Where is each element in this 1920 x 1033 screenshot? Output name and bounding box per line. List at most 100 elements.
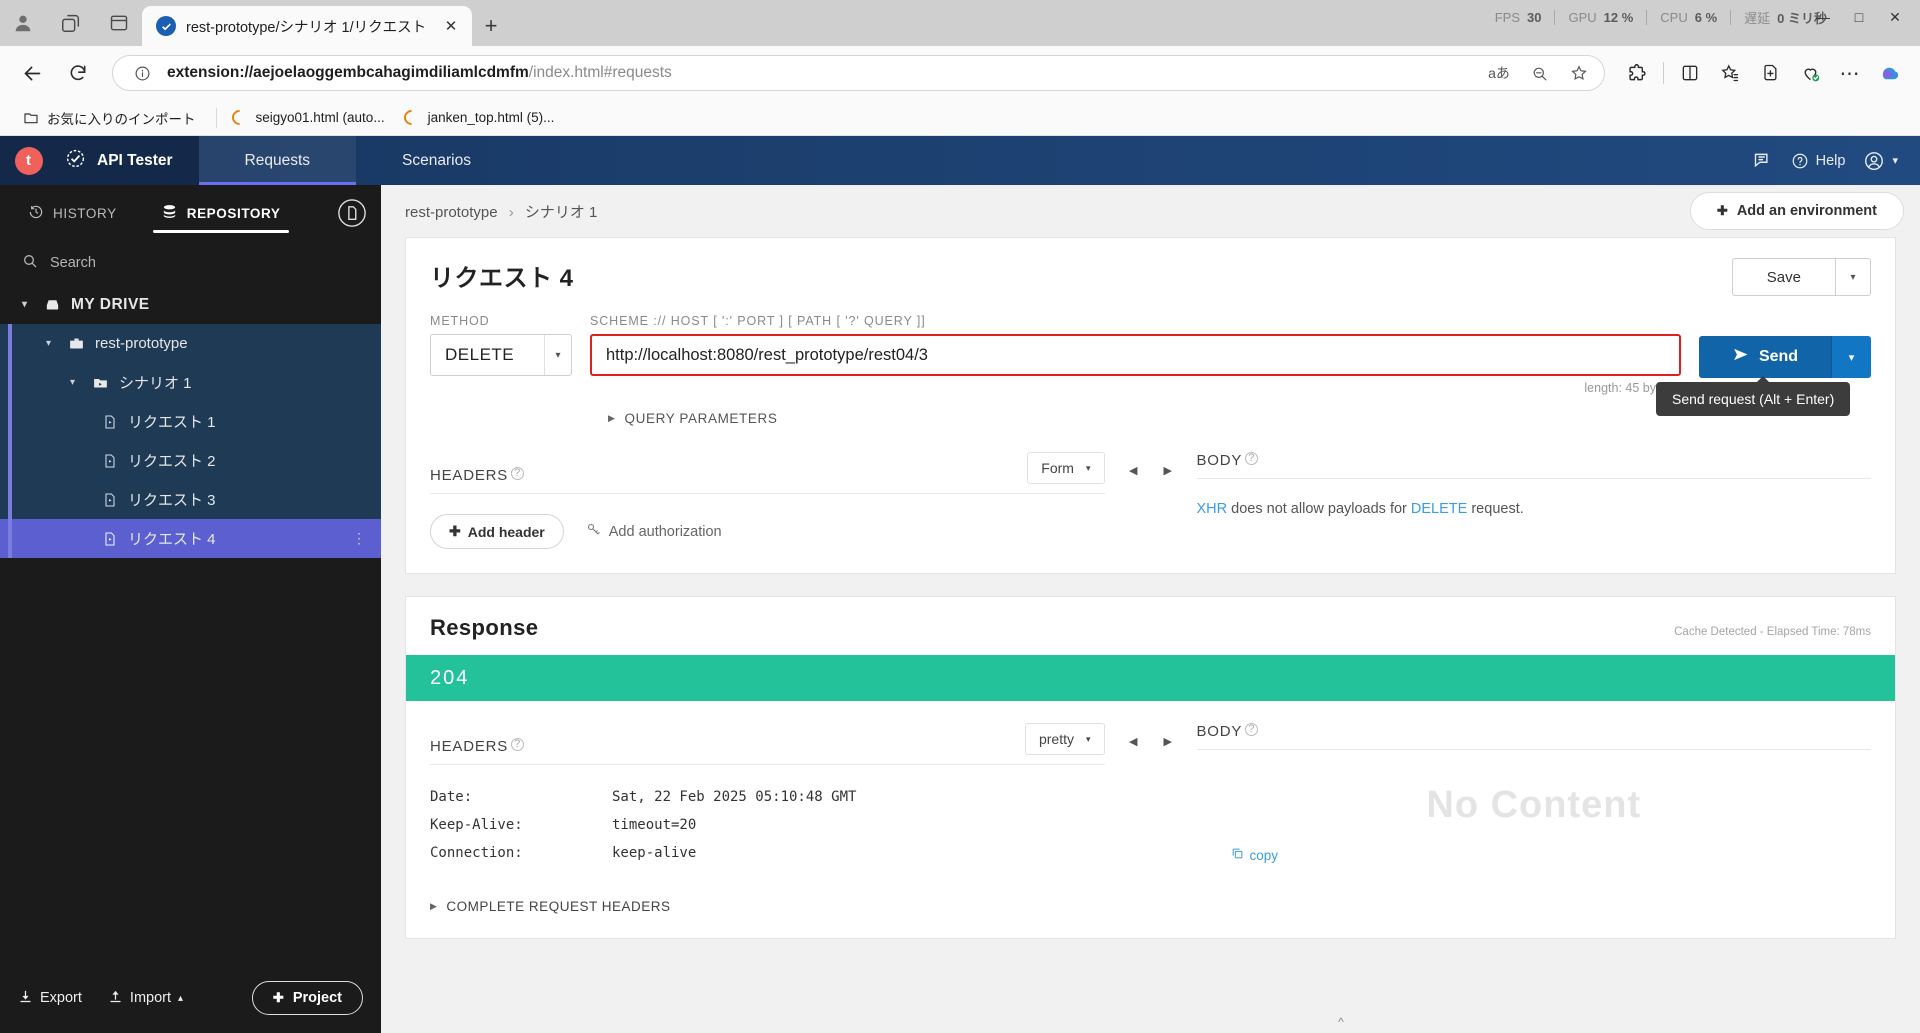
bookmark-item-seigyo[interactable]: seigyo01.html (auto... [225,105,397,131]
chevron-down-icon[interactable]: ▾ [70,377,82,388]
extensions-icon[interactable] [1619,55,1655,91]
search-input[interactable]: Search [0,241,381,285]
help-circle-icon[interactable]: ? [511,738,525,751]
sidebar-tab-history-label: HISTORY [53,205,117,221]
headers-format-select[interactable]: Form ▾ [1027,452,1105,484]
help-label: Help [1815,152,1846,169]
tab-groups-icon[interactable] [54,6,88,40]
window-maximize-button[interactable]: □ [1842,4,1876,30]
browser-tab[interactable]: rest-prototype/シナリオ 1/リクエスト ✕ [142,6,472,46]
add-header-label: Add header [467,523,545,540]
query-parameters-label: QUERY PARAMETERS [624,411,778,426]
collapse-right-icon[interactable]: ▶ [1164,464,1172,477]
toolbar-divider [1663,62,1664,84]
zoom-out-icon[interactable] [1524,59,1554,87]
add-header-button[interactable]: ✚ Add header [430,514,564,549]
breadcrumb-root[interactable]: rest-prototype [405,204,498,221]
collapse-left-icon[interactable]: ◀ [1129,464,1137,477]
window-close-button[interactable]: ✕ [1878,4,1912,30]
body-note-mid: does not allow payloads for [1227,501,1411,517]
main-content: rest-prototype › シナリオ 1 ✚ Add an environ… [381,185,1920,1033]
send-dropdown-caret-icon[interactable]: ▾ [1831,336,1871,378]
tree-item-request-3[interactable]: リクエスト 3 [0,480,381,519]
sidebar: HISTORY REPOSITORY Search ▾ MY DRIVE ▾ r… [0,185,381,1033]
collapse-left-icon[interactable]: ◀ [1129,735,1137,748]
back-button[interactable] [12,53,52,93]
save-button[interactable]: Save [1731,258,1835,296]
tree-item-request-2[interactable]: リクエスト 2 [0,441,381,480]
split-pane-icon[interactable] [102,6,136,40]
profile-avatar-icon[interactable] [6,6,40,40]
chevron-down-icon[interactable]: ▾ [22,299,34,310]
request-icon [100,412,119,431]
tree-item-request-4[interactable]: リクエスト 4 ⋮ [0,519,381,558]
help-circle-icon[interactable]: ? [511,467,525,480]
add-project-button[interactable]: ✚ Project [251,981,363,1015]
import-button[interactable]: Import ▴ [108,989,183,1008]
window-minimize-button[interactable]: — [1806,4,1840,30]
app-header: t API Tester Requests Scenarios Help ▾ [0,136,1920,185]
collections-icon[interactable] [1712,55,1748,91]
feedback-icon[interactable] [1752,150,1773,171]
copy-button[interactable]: copy [1197,847,1872,863]
sidebar-tab-history[interactable]: HISTORY [6,185,139,241]
document-icon[interactable] [329,185,375,241]
copilot-icon[interactable] [1872,55,1908,91]
method-select[interactable]: DELETE ▾ [430,334,572,376]
app-logo[interactable]: t [14,146,43,175]
star-icon[interactable] [1564,59,1594,87]
sidebar-tab-repository[interactable]: REPOSITORY [139,185,303,241]
tree-item-my-drive[interactable]: ▾ MY DRIVE [0,285,381,324]
tree-item-request-1[interactable]: リクエスト 1 [0,402,381,441]
collapse-right-icon[interactable]: ▶ [1164,735,1172,748]
export-button[interactable]: Export [18,989,82,1008]
account-chevron-down-icon[interactable]: ▾ [1892,154,1898,167]
breadcrumb-current[interactable]: シナリオ 1 [525,204,598,221]
split-screen-icon[interactable] [1672,55,1708,91]
add-authorization-label: Add authorization [608,523,722,540]
bottom-collapse-handle[interactable]: ^ [762,1011,1920,1033]
bookmark-item-janken[interactable]: janken_top.html (5)... [397,105,567,131]
help-circle-icon[interactable]: ? [1245,452,1259,465]
tab-scenarios[interactable]: Scenarios [356,136,517,185]
add-environment-button[interactable]: ✚ Add an environment [1689,192,1904,230]
complete-request-headers-toggle[interactable]: ▶ COMPLETE REQUEST HEADERS [430,899,1105,914]
info-circle-icon[interactable] [127,59,157,87]
help-circle-icon[interactable]: ? [1245,723,1259,736]
chevron-down-icon[interactable]: ▾ [46,338,58,349]
response-header-key: Date: [430,789,473,805]
tree-item-scenario-1[interactable]: ▾ シナリオ 1 [0,363,381,402]
add-authorization-button[interactable]: Add authorization [586,522,722,541]
more-options-icon[interactable]: ⋯ [1832,55,1868,91]
send-button[interactable]: Send [1699,336,1831,378]
tree-item-rest-prototype[interactable]: ▾ rest-prototype [0,324,381,363]
clock-icon [28,204,44,223]
query-parameters-toggle[interactable]: ▶ QUERY PARAMETERS [430,411,1871,426]
url-input[interactable]: http://localhost:8080/rest_prototype/res… [590,334,1681,376]
xhr-link[interactable]: XHR [1197,501,1228,517]
reload-button[interactable] [58,53,98,93]
add-to-favorites-icon[interactable] [1752,55,1788,91]
tab-title: rest-prototype/シナリオ 1/リクエスト [186,19,427,36]
chevron-up-icon[interactable]: ▴ [178,993,183,1004]
request-headers-title: HEADERS ? [430,467,525,484]
body-note-post: request. [1467,501,1524,517]
url-path: /index.html#requests [528,64,672,81]
request-body-note: XHR does not allow payloads for DELETE r… [1197,479,1872,517]
translate-icon[interactable]: aあ [1484,59,1514,87]
response-header-row: Connection: keep-alive [430,839,1105,867]
account-icon[interactable]: ▾ [1863,150,1898,172]
bookmark-item-import[interactable]: お気に入りのインポート [16,104,208,132]
delete-method-link[interactable]: DELETE [1411,501,1467,517]
row-more-icon[interactable]: ⋮ [352,530,381,547]
help-link[interactable]: Help [1791,152,1846,170]
browser-essentials-icon[interactable] [1792,55,1828,91]
response-format-select[interactable]: pretty ▾ [1024,723,1105,755]
tab-close-icon[interactable]: ✕ [440,15,462,37]
address-bar[interactable]: extension://aejoelaoggembcahagimdiliamlc… [112,55,1605,91]
new-tab-button[interactable]: + [472,6,510,46]
chevron-right-icon: ▶ [608,413,616,423]
chevron-down-icon[interactable]: ▾ [544,335,561,375]
save-dropdown-caret-icon[interactable]: ▾ [1835,258,1871,296]
tab-requests[interactable]: Requests [198,136,357,185]
